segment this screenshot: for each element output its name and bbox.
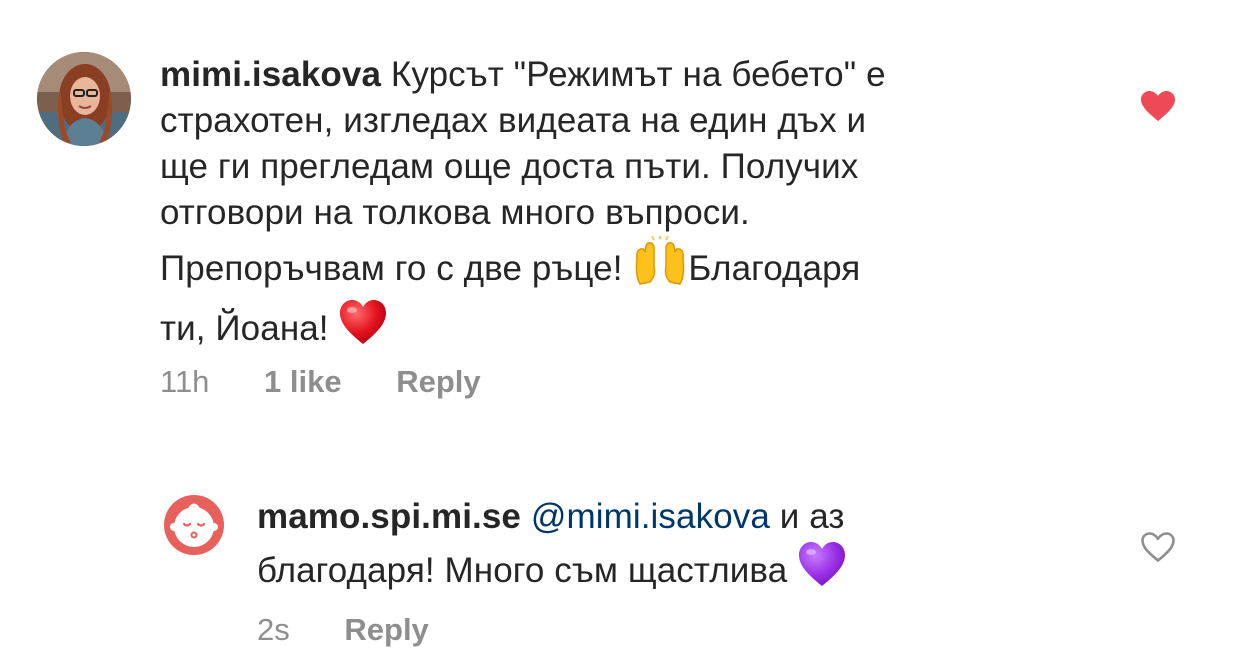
avatar-mamo-spi-mi-se[interactable]	[163, 494, 225, 556]
mention-link[interactable]: @mimi.isakova	[531, 497, 770, 536]
like-button[interactable]	[1140, 531, 1176, 563]
comment-text-line: Курсът "Режимът на бебето" е	[390, 55, 886, 94]
comment-meta: 2s Reply	[257, 612, 475, 648]
comment-username[interactable]: mimi.isakova	[160, 55, 381, 94]
comment-timestamp: 11h	[160, 364, 210, 399]
baby-face-logo-icon	[164, 495, 224, 555]
avatar-mimi-isakova[interactable]	[37, 52, 131, 146]
heart-filled-icon	[1141, 91, 1175, 121]
reply-button[interactable]: Reply	[396, 364, 480, 400]
comment-username[interactable]: mamo.spi.mi.se	[257, 497, 521, 536]
comment-text-line: отговори на толкова много въпроси.	[160, 193, 750, 232]
red-heart-icon	[338, 298, 388, 358]
like-button[interactable]	[1140, 90, 1176, 122]
comment-text-line: Благодаря	[688, 249, 861, 288]
comment-text-line: и аз	[769, 497, 845, 536]
comment-meta: 11h 1 like Reply	[160, 364, 527, 400]
comment-text-line: ти, Йоана!	[160, 309, 339, 348]
comment-text-line: страхотен, изгледах видеата на един дъх …	[160, 101, 867, 140]
purple-heart-icon	[797, 540, 847, 600]
heart-outline-icon	[1141, 532, 1175, 562]
comment-text-line: Препоръчвам го с две ръце!	[160, 249, 633, 288]
reply-body: mamo.spi.mi.se @mimi.isakova и аз благод…	[257, 494, 1117, 600]
profile-photo-icon	[37, 52, 131, 146]
comment-text-line: ще ги прегледам още доста пъти. Получих	[160, 147, 859, 186]
raising-hands-icon	[632, 235, 688, 298]
comment-text-line: благодаря! Много съм щастлива	[257, 551, 798, 590]
comment-timestamp: 2s	[257, 612, 290, 647]
comment-body: mimi.isakova Курсът "Режимът на бебето" …	[160, 52, 1080, 358]
reply-button[interactable]: Reply	[344, 612, 428, 648]
like-count-link[interactable]: 1 like	[264, 364, 342, 400]
